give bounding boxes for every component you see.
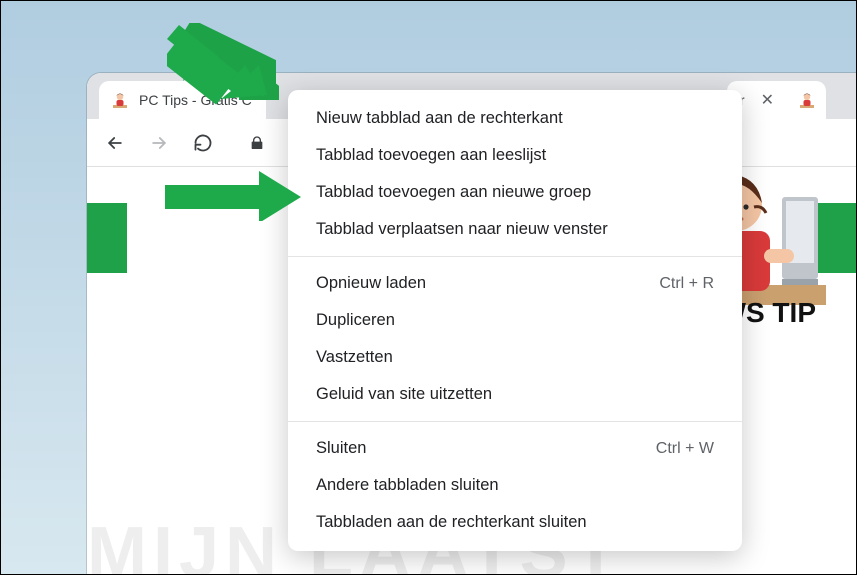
shortcut-label: Ctrl + R (659, 275, 714, 293)
menu-item-add-to-reading-list[interactable]: Tabblad toevoegen aan leeslijst (288, 137, 742, 174)
menu-item-close-others[interactable]: Andere tabbladen sluiten (288, 467, 742, 504)
shortcut-label: Ctrl + W (656, 440, 714, 458)
lock-icon[interactable] (239, 125, 275, 161)
menu-separator (288, 421, 742, 422)
reload-button[interactable] (185, 125, 221, 161)
menu-separator (288, 256, 742, 257)
menu-item-duplicate[interactable]: Dupliceren (288, 302, 742, 339)
annotation-arrow-side-icon (165, 171, 305, 221)
tab-favicon-icon (111, 91, 129, 109)
close-tab-icon[interactable]: ✕ (755, 90, 780, 110)
menu-item-add-to-new-group[interactable]: Tabblad toevoegen aan nieuwe groep (288, 174, 742, 211)
menu-item-close[interactable]: SluitenCtrl + W (288, 430, 742, 467)
menu-item-close-right[interactable]: Tabbladen aan de rechterkant sluiten (288, 504, 742, 541)
menu-item-pin[interactable]: Vastzetten (288, 339, 742, 376)
menu-item-new-tab-right[interactable]: Nieuw tabblad aan de rechterkant (288, 100, 742, 137)
back-button[interactable] (97, 125, 133, 161)
annotation-arrow-top-icon (167, 21, 279, 105)
menu-item-move-to-new-window[interactable]: Tabblad verplaatsen naar nieuw venster (288, 211, 742, 248)
forward-button[interactable] (141, 125, 177, 161)
menu-item-reload[interactable]: Opnieuw ladenCtrl + R (288, 265, 742, 302)
menu-item-mute-site[interactable]: Geluid van site uitzetten (288, 376, 742, 413)
tab-favicon-icon (798, 91, 816, 109)
tab-context-menu: Nieuw tabblad aan de rechterkant Tabblad… (288, 90, 742, 551)
